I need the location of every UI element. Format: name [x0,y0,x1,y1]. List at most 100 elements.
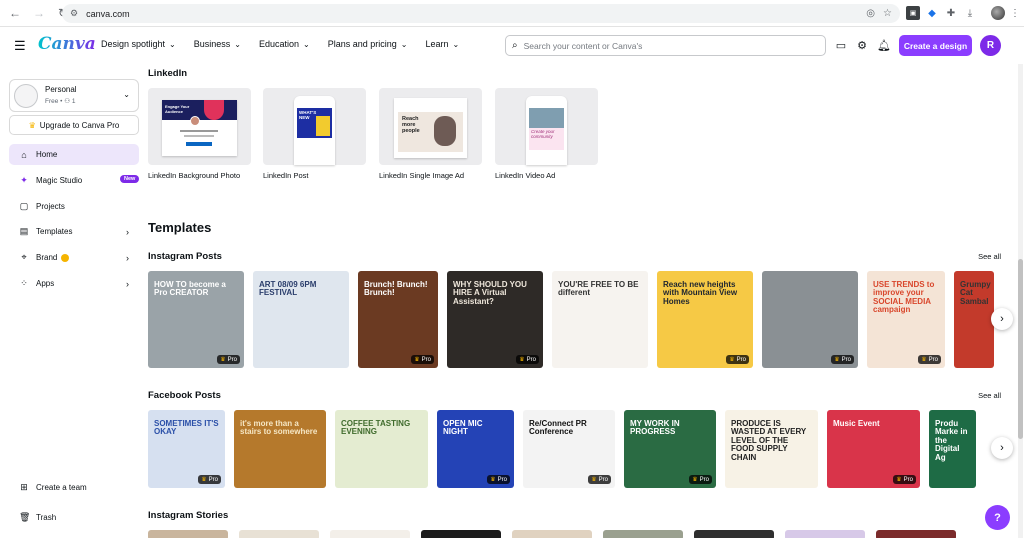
pro-label: Pro [841,356,851,363]
mock-text: WHAT'S NEW [299,110,317,120]
scrollbar-thumb[interactable] [1018,259,1023,439]
settings-gear-icon[interactable]: ⚙ [855,38,869,52]
site-info-icon[interactable]: ⚙ [70,8,78,19]
extensions-puzzle-icon[interactable]: ✚ [944,6,958,20]
template-tile[interactable]: Brunch! Brunch! Brunch! ♛ Pro [358,271,438,368]
facebook-see-all-link[interactable]: See all [978,391,1001,400]
account-switcher[interactable]: Personal Free • ⚇ 1 ⌄ [9,79,139,112]
linkedin-card-label[interactable]: LinkedIn Video Ad [495,171,555,180]
top-nav: Design spotlight ⌄ Business ⌄ Education ⌄ P… [101,39,477,49]
template-tile[interactable]: USE TRENDS to improve your SOCIAL MEDIA … [867,271,945,368]
pro-badge: ♛ Pro [831,355,854,364]
pro-badge: ♛ Pro [726,355,749,364]
template-tile[interactable]: WHY SHOULD YOU HIRE A Virtual Assistant?… [447,271,543,368]
nav-learn[interactable]: Learn ⌄ [425,39,459,49]
story-tile[interactable] [785,530,865,538]
page-scrollbar[interactable] [1018,64,1023,538]
template-text: Re/Connect PR Conference [529,419,587,437]
template-tile[interactable]: Grumpy Cat Sambal [954,271,994,368]
nav-plans-pricing[interactable]: Plans and pricing ⌄ [328,39,408,49]
template-tile[interactable]: YOU'RE FREE TO BE different [552,271,648,368]
pro-label: Pro [421,356,431,363]
story-tile[interactable] [512,530,592,538]
upgrade-button[interactable]: ♛ Upgrade to Canva Pro [9,115,139,135]
template-tile[interactable]: COFFEE TASTING EVENING [335,410,428,488]
story-tile[interactable] [603,530,683,538]
instagram-see-all-link[interactable]: See all [978,252,1001,261]
pro-label: Pro [736,356,746,363]
story-tile[interactable] [876,530,956,538]
back-icon[interactable]: ← [6,4,24,22]
monitor-icon[interactable]: ▭ [834,38,848,52]
story-tile[interactable] [148,530,228,538]
crown-icon: ♛ [729,357,735,363]
menu-icon[interactable]: ☰ [14,38,26,54]
pro-label: Pro [497,476,507,483]
sidebar-item-magic-studio[interactable]: ✦ Magic Studio New [9,170,140,191]
canva-logo[interactable]: Canva [38,34,96,54]
extension-blue-icon[interactable]: ◆ [925,6,939,20]
nav-education[interactable]: Education ⌄ [259,39,310,49]
sidebar-item-home[interactable]: ⌂ Home [9,144,139,165]
profile-icon[interactable] [991,6,1005,20]
sidebar-item-create-team[interactable]: ⊞ Create a team [9,477,139,498]
template-tile[interactable]: ♛ Pro [762,271,858,368]
notifications-bell-icon[interactable]: 🔔︎ [877,38,891,52]
linkedin-post-card[interactable]: WHAT'S NEW [263,88,366,165]
extension-icon[interactable]: ▣ [906,6,920,20]
sidebar-item-brand[interactable]: ⌖ Brand › [9,247,139,268]
nav-label: Learn [425,39,449,49]
nav-design-spotlight[interactable]: Design spotlight ⌄ [101,39,176,49]
nav-business[interactable]: Business ⌄ [194,39,241,49]
template-tile[interactable]: ART 08/09 6PM FESTIVAL [253,271,349,368]
account-plan: Free • ⚇ 1 [45,98,76,105]
template-tile[interactable]: SOMETIMES IT'S OKAY ♛ Pro [148,410,225,488]
chevron-right-icon[interactable]: › [991,437,1013,459]
downloads-icon[interactable]: ⤓ [963,6,977,20]
help-button[interactable]: ? [985,505,1010,530]
template-tile[interactable]: MY WORK IN PROGRESS ♛ Pro [624,410,716,488]
template-tile[interactable]: Reach new heights with Mountain View Hom… [657,271,753,368]
crown-icon: ♛ [692,477,698,483]
template-text: PRODUCE IS WASTED AT EVERY LEVEL OF THE … [731,419,807,462]
account-name: Personal [45,85,77,94]
template-tile[interactable]: Re/Connect PR Conference ♛ Pro [523,410,615,488]
story-tile[interactable] [330,530,410,538]
linkedin-card-label[interactable]: LinkedIn Post [263,171,308,180]
mock-shape [316,116,330,136]
sidebar-item-projects[interactable]: ▢ Projects [9,196,139,217]
story-tile[interactable] [421,530,501,538]
template-tile[interactable]: OPEN MIC NIGHT ♛ Pro [437,410,514,488]
create-design-button[interactable]: Create a design [899,35,972,56]
template-tile[interactable]: it's more than a stairs to somewhere [234,410,326,488]
sidebar-item-trash[interactable]: 🗑︎ Trash [9,507,139,528]
bookmark-star-icon[interactable]: ☆ [883,8,892,19]
template-tile[interactable]: Produ Marke in the Digital Ag [929,410,976,488]
linkedin-card-label[interactable]: LinkedIn Single Image Ad [379,171,464,180]
template-tile[interactable]: Music Event ♛ Pro [827,410,920,488]
story-tile[interactable] [694,530,774,538]
story-tile[interactable] [239,530,319,538]
linkedin-background-card[interactable]: Engage Your Audience [148,88,251,165]
template-tile[interactable]: PRODUCE IS WASTED AT EVERY LEVEL OF THE … [725,410,818,488]
template-tile[interactable]: HOW TO become a Pro CREATOR ♛ Pro [148,271,244,368]
linkedin-card-label[interactable]: LinkedIn Background Photo [148,171,240,180]
linkedin-single-image-card[interactable]: Reach more people [379,88,482,165]
pro-badge: ♛ Pro [516,355,539,364]
forward-icon[interactable]: → [30,4,48,22]
eye-off-icon[interactable]: ◎ [866,8,875,19]
mock-line [180,130,218,132]
template-text: HOW TO become a Pro CREATOR [154,280,226,298]
more-menu-icon[interactable]: ⋮ [1008,6,1022,20]
sidebar-item-apps[interactable]: ⁘ Apps › [9,273,139,294]
sidebar-item-templates[interactable]: ▤ Templates › [9,221,139,242]
nav-label: Education [258,39,300,49]
mock-preview: Engage Your Audience [162,100,237,156]
linkedin-section-title: LinkedIn [148,68,188,79]
address-bar[interactable]: ⚙ canva.com ◎ ☆ [62,4,900,23]
search-input[interactable]: ⌕ Search your content or Canva's [505,35,826,56]
chevron-right-icon[interactable]: › [991,308,1013,330]
avatar[interactable]: R [980,35,1001,56]
linkedin-video-card[interactable]: Create your community [495,88,598,165]
mock-phone: Create your community [526,96,567,165]
